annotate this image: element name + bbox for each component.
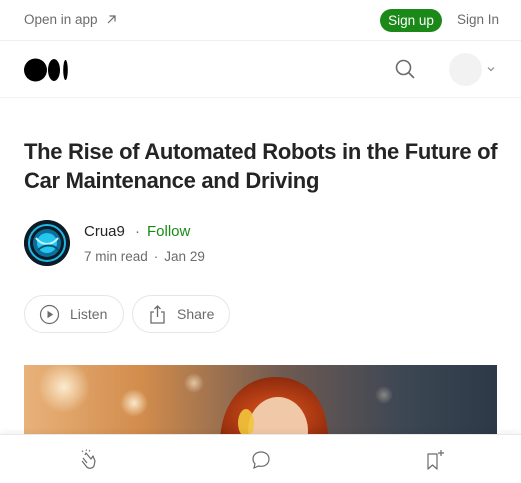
bookmark-add-icon[interactable]: [424, 449, 446, 471]
user-menu-button[interactable]: [449, 52, 499, 86]
avatar: [449, 52, 482, 86]
meta-separator: ·: [153, 249, 159, 264]
chevron-down-icon: [487, 67, 495, 72]
open-in-app-label: Open in app: [24, 12, 98, 27]
search-icon[interactable]: [394, 58, 416, 80]
open-in-app-link[interactable]: Open in app: [24, 12, 117, 27]
bottom-action-bar: [0, 434, 521, 483]
share-label: Share: [177, 306, 215, 322]
author-name-link[interactable]: Crua9: [84, 223, 125, 240]
top-banner: Open in app Sign up Sign In: [0, 0, 521, 41]
read-time: 7 min read: [84, 249, 148, 264]
share-button[interactable]: Share: [132, 295, 230, 333]
clap-icon[interactable]: [77, 449, 99, 471]
hero-image: [24, 365, 497, 440]
comment-icon[interactable]: [250, 449, 272, 471]
separator-dot: ·: [135, 223, 140, 240]
listen-button[interactable]: Listen: [24, 295, 124, 333]
medium-logo-icon[interactable]: [24, 58, 69, 82]
author-avatar-image: [24, 220, 70, 266]
article-title: The Rise of Automated Robots in the Futu…: [24, 139, 498, 193]
play-icon: [39, 304, 60, 324]
publish-date: Jan 29: [164, 249, 205, 264]
hero-illustration: [38, 365, 393, 440]
share-icon: [150, 304, 165, 324]
sign-in-link[interactable]: Sign In: [457, 12, 499, 27]
listen-label: Listen: [70, 306, 108, 322]
article-meta: 7 min read · Jan 29: [84, 249, 205, 264]
sign-up-button[interactable]: Sign up: [380, 9, 442, 32]
external-arrow-icon: [107, 15, 116, 24]
author-avatar[interactable]: [24, 220, 70, 266]
site-header: [0, 41, 521, 98]
follow-button[interactable]: Follow: [147, 223, 190, 240]
